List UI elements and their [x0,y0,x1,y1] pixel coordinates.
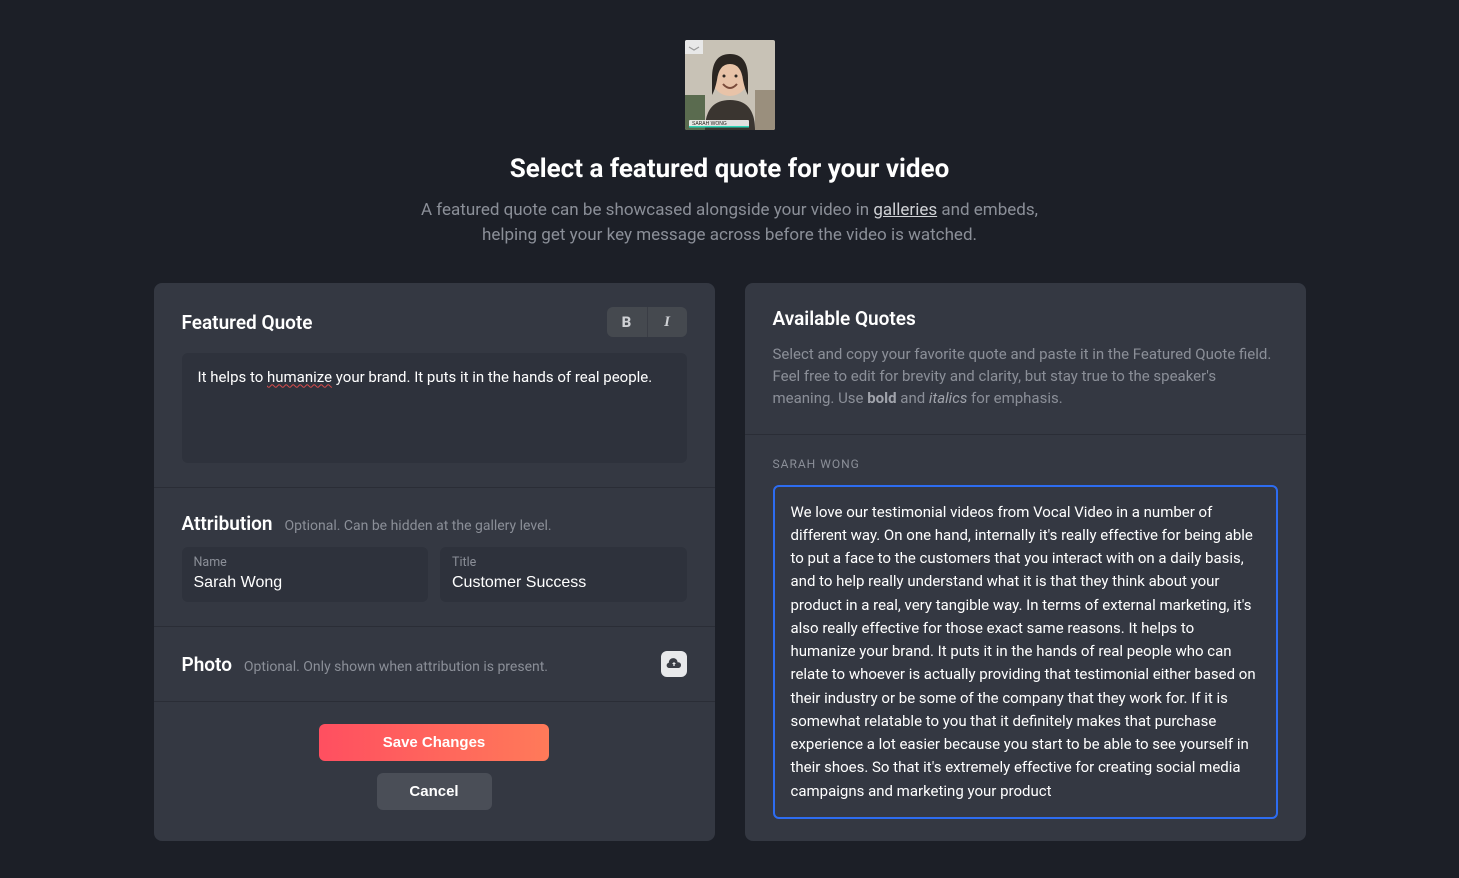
title-label: Title [452,555,675,570]
page-title: Select a featured quote for your video [510,154,950,184]
available-quotes-title: Available Quotes [773,307,1278,330]
page-description: A featured quote can be showcased alongs… [410,198,1050,247]
title-field-wrapper[interactable]: Title [440,547,687,602]
galleries-link[interactable]: galleries [873,200,937,220]
italic-button[interactable]: I [647,307,687,337]
page-desc-pre: A featured quote can be showcased alongs… [421,200,873,220]
featured-quote-input[interactable]: It helps to humanize your brand. It puts… [182,353,687,463]
available-quotes-panel: Available Quotes Select and copy your fa… [745,283,1306,841]
available-quotes-desc: Select and copy your favorite quote and … [773,344,1278,409]
upload-icon [666,656,682,672]
attribution-title: Attribution [182,512,273,535]
upload-photo-button[interactable] [661,651,687,677]
name-input[interactable] [194,574,417,592]
save-button[interactable]: Save Changes [319,724,549,761]
photo-hint: Optional. Only shown when attribution is… [244,659,548,675]
speaker-name: SARAH WONG [773,457,1278,471]
name-label: Name [194,555,417,570]
available-quote-text[interactable]: We love our testimonial videos from Voca… [773,485,1278,819]
photo-title: Photo [182,653,232,676]
video-thumbnail: SARAH WONG [685,40,775,130]
format-toolbar: B I [607,307,687,337]
cancel-button[interactable]: Cancel [377,773,492,810]
title-input[interactable] [452,574,675,592]
name-field-wrapper[interactable]: Name [182,547,429,602]
featured-quote-title: Featured Quote [182,311,313,334]
attribution-hint: Optional. Can be hidden at the gallery l… [285,518,552,534]
bold-button[interactable]: B [607,307,647,337]
featured-quote-panel: Featured Quote B I It helps to humanize … [154,283,715,841]
